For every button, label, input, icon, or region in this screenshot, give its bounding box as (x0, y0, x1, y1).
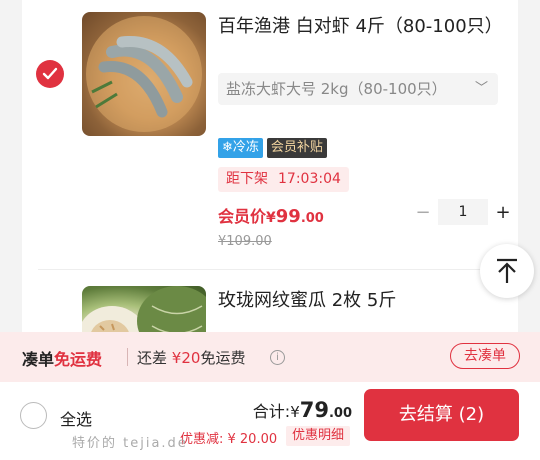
shrimp-product-image[interactable] (82, 12, 206, 136)
watermark: 特价的 tejia.de (72, 436, 188, 451)
quantity-input[interactable]: 1 (438, 199, 488, 225)
free-shipping-bar: 凑单免运费 还差 ¥20免运费 i 去凑单 (0, 332, 540, 382)
info-icon[interactable]: i (270, 350, 285, 365)
promo-remaining: 还差 ¥20免运费 (137, 347, 245, 368)
item-divider (38, 269, 518, 270)
discount-amount: 优惠减: ¥ 20.00 (180, 432, 278, 447)
countdown-time: 17:03:04 (278, 171, 341, 187)
member-price: 会员价¥99.00 (218, 203, 324, 227)
total-currency: ¥ (290, 403, 300, 421)
promo-title: 凑单免运费 (22, 346, 102, 370)
remaining-suffix: 免运费 (200, 349, 246, 367)
total-decimal: .00 (328, 406, 352, 421)
total-label: 合计: (252, 402, 291, 421)
countdown-label: 距下架 (226, 171, 268, 187)
promo-title-prefix: 凑单 (22, 350, 55, 369)
member-price-label: 会员价 (218, 207, 267, 226)
chevron-down-icon: ﹀ (474, 81, 488, 96)
discount-detail-button[interactable]: 优惠明细 (286, 426, 351, 446)
cart-page: 百年渔港 白对虾 4斤（80-100只） 盐冻大虾大号 2kg（80-100只）… (0, 0, 540, 460)
back-to-top-button[interactable] (480, 244, 534, 298)
total-integer: 79 (299, 398, 329, 422)
frozen-tag: ❄冷冻 (218, 138, 263, 158)
add-on-button[interactable]: 去凑单 (450, 343, 520, 369)
quantity-stepper: − 1 + (408, 199, 518, 225)
delist-countdown: 距下架 17:03:04 (218, 167, 349, 192)
arrow-up-icon (497, 258, 517, 283)
checkout-button[interactable]: 去结算 (2) (364, 389, 519, 441)
spec-selector[interactable]: 盐冻大虾大号 2kg（80-100只） ﹀ (218, 73, 498, 105)
spec-label: 盐冻大虾大号 2kg（80-100只） (226, 80, 447, 98)
original-price: ¥109.00 (218, 234, 272, 249)
item-checkbox-checked[interactable] (36, 60, 64, 88)
remaining-amount: ¥20 (171, 349, 201, 367)
product-title[interactable]: 百年渔港 白对虾 4斤（80-100只） (218, 14, 503, 39)
promo-separator (127, 348, 128, 366)
shrimp-image-art (86, 16, 202, 132)
checkmark-icon (42, 67, 58, 80)
cart-card: 百年渔港 白对虾 4斤（80-100只） 盐冻大虾大号 2kg（80-100只）… (22, 0, 518, 350)
select-all-checkbox[interactable] (20, 402, 47, 429)
product-title-2[interactable]: 玫珑网纹蜜瓜 2枚 5斤 (218, 288, 396, 313)
member-subsidy-tag: 会员补贴 (266, 138, 327, 158)
total-amount: 合计:¥79.00 (253, 398, 352, 422)
member-price-decimal: .00 (300, 211, 324, 226)
product-tags: ❄冷冻 会员补贴 (218, 138, 327, 158)
decrease-button[interactable]: − (408, 202, 438, 223)
select-all-label[interactable]: 全选 (60, 406, 92, 430)
promo-title-highlight: 免运费 (54, 350, 103, 369)
member-price-integer: 99 (275, 206, 301, 227)
remaining-prefix: 还差 (137, 349, 168, 367)
increase-button[interactable]: + (488, 202, 518, 223)
member-price-currency: ¥ (266, 210, 276, 226)
